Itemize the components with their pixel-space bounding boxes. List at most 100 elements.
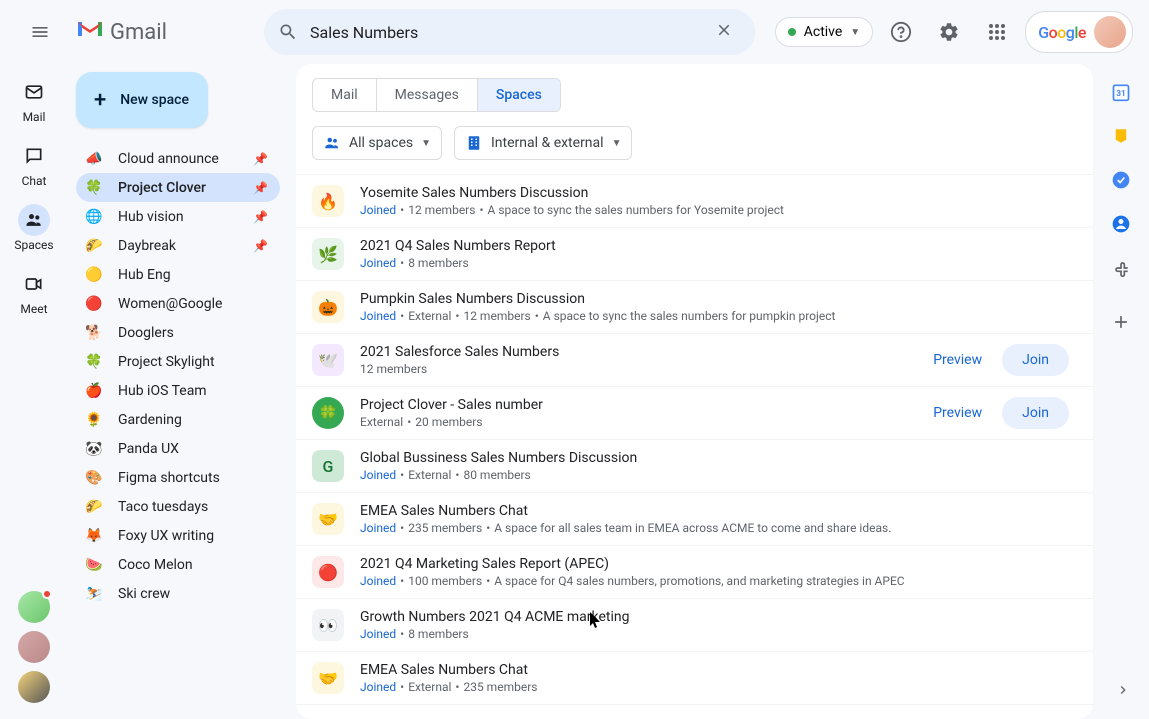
space-avatar-icon: 🤝 — [312, 662, 344, 694]
space-result-row[interactable]: G Global Bussiness Sales Numbers Discuss… — [296, 440, 1093, 493]
sidebar-space-item[interactable]: 🍀 Project Clover 📌 — [76, 173, 280, 202]
calendar-button[interactable]: 31 — [1111, 82, 1131, 102]
rail-chat[interactable]: Chat — [8, 136, 60, 192]
clear-search-button[interactable] — [707, 13, 741, 52]
account-button[interactable]: Google — [1025, 11, 1133, 53]
contacts-button[interactable] — [1111, 214, 1131, 234]
status-chip[interactable]: Active ▼ — [775, 17, 873, 47]
sidebar-space-item[interactable]: 🔴 Women@Google — [76, 289, 280, 318]
sidebar-space-item[interactable]: 🍀 Project Skylight — [76, 347, 280, 376]
sidebar-space-item[interactable]: 🎨 Figma shortcuts — [76, 463, 280, 492]
preview-button[interactable]: Preview — [933, 405, 982, 421]
result-subtitle: External•20 members — [360, 415, 933, 429]
result-text: EMEA Sales Numbers Chat Joined•External•… — [360, 662, 1069, 694]
space-result-row[interactable]: 🤝 EMEA Sales Numbers Chat Joined•Externa… — [296, 652, 1093, 705]
hamburger-icon — [30, 22, 50, 42]
space-emoji-icon: 🦊 — [82, 528, 106, 544]
tab-messages[interactable]: Messages — [377, 79, 478, 111]
new-space-button[interactable]: + New space — [76, 72, 208, 128]
tab-spaces[interactable]: Spaces — [478, 79, 560, 111]
result-subtitle: Joined•235 members•A space for all sales… — [360, 521, 1069, 535]
filter-all-spaces[interactable]: All spaces ▼ — [312, 126, 442, 160]
space-result-row[interactable]: 👀 Growth Numbers 2021 Q4 ACME marketing … — [296, 599, 1093, 652]
sidebar: + New space 📣 Cloud announce 📌🍀 Project … — [68, 64, 288, 719]
result-text: 2021 Q4 Marketing Sales Report (APEC) Jo… — [360, 556, 1069, 588]
sidebar-space-item[interactable]: 📣 Cloud announce 📌 — [76, 144, 280, 173]
chevron-right-icon — [1115, 682, 1131, 698]
chat-avatar-1[interactable] — [18, 591, 50, 623]
space-result-row[interactable]: 🔥 Yosemite Sales Numbers Discussion Join… — [296, 174, 1093, 228]
support-button[interactable] — [881, 12, 921, 52]
join-button[interactable]: Join — [1002, 344, 1069, 376]
sidebar-space-item[interactable]: ⛷️ Ski crew — [76, 579, 280, 608]
search-bar[interactable] — [264, 9, 755, 55]
filter-access[interactable]: Internal & external ▼ — [454, 126, 632, 160]
collapse-panel-button[interactable] — [1115, 679, 1131, 703]
space-avatar-icon: G — [312, 450, 344, 482]
main-menu-button[interactable] — [16, 8, 64, 56]
sidebar-space-item[interactable]: 🌻 Gardening — [76, 405, 280, 434]
calendar-icon: 31 — [1111, 82, 1131, 102]
contacts-icon — [1111, 214, 1131, 234]
tasks-button[interactable] — [1111, 170, 1131, 190]
plus-icon — [1111, 312, 1131, 332]
keep-button[interactable] — [1111, 126, 1131, 146]
space-result-row[interactable]: 🔴 2021 Q4 Marketing Sales Report (APEC) … — [296, 546, 1093, 599]
space-emoji-icon: 🔴 — [82, 296, 106, 312]
new-space-label: New space — [120, 92, 189, 108]
space-result-row[interactable]: 🌿 2021 Q4 Sales Numbers Report Joined•8 … — [296, 228, 1093, 281]
space-name-label: Daybreak — [118, 238, 253, 254]
settings-button[interactable] — [929, 12, 969, 52]
join-button[interactable]: Join — [1002, 397, 1069, 429]
result-title: Growth Numbers 2021 Q4 ACME marketing — [360, 609, 1069, 625]
sidebar-space-item[interactable]: 🌮 Taco tuesdays — [76, 492, 280, 521]
space-emoji-icon: 🍀 — [82, 354, 106, 370]
space-avatar-icon: 🔴 — [312, 556, 344, 588]
space-result-row[interactable]: 🤝 EMEA Sales Numbers Chat Joined•235 mem… — [296, 493, 1093, 546]
space-emoji-icon: 🌻 — [82, 412, 106, 428]
row-actions: Preview Join — [933, 344, 1069, 376]
space-result-row[interactable]: 🕊️ 2021 Salesforce Sales Numbers 12 memb… — [296, 334, 1093, 387]
preview-button[interactable]: Preview — [933, 352, 982, 368]
rail-mail[interactable]: Mail — [8, 72, 60, 128]
add-sidepanel-button[interactable] — [1111, 312, 1131, 332]
sidebar-space-item[interactable]: 🦊 Foxy UX writing — [76, 521, 280, 550]
rail-meet[interactable]: Meet — [8, 264, 60, 320]
space-avatar-icon: 🌿 — [312, 238, 344, 270]
result-subtitle: 12 members — [360, 362, 933, 376]
result-text: Yosemite Sales Numbers Discussion Joined… — [360, 185, 1069, 217]
search-input[interactable] — [298, 23, 707, 42]
sidebar-space-item[interactable]: 🍎 Hub iOS Team — [76, 376, 280, 405]
space-avatar-icon: 🤝 — [312, 503, 344, 535]
tab-mail[interactable]: Mail — [313, 79, 377, 111]
sidebar-space-item[interactable]: 🍉 Coco Melon — [76, 550, 280, 579]
sidebar-space-item[interactable]: 🟡 Hub Eng — [76, 260, 280, 289]
space-name-label: Taco tuesdays — [118, 499, 268, 515]
spaces-icon — [24, 210, 44, 230]
addons-button[interactable] — [1111, 258, 1131, 278]
chat-avatar-3[interactable] — [18, 671, 50, 703]
space-emoji-icon: ⛷️ — [82, 586, 106, 602]
results-list[interactable]: 🔥 Yosemite Sales Numbers Discussion Join… — [296, 174, 1093, 719]
result-text: Pumpkin Sales Numbers Discussion Joined•… — [360, 291, 1069, 323]
result-title: Global Bussiness Sales Numbers Discussio… — [360, 450, 1069, 466]
space-emoji-icon: 🐕 — [82, 325, 106, 341]
result-text: Global Bussiness Sales Numbers Discussio… — [360, 450, 1069, 482]
space-result-row[interactable]: 🎃 Pumpkin Sales Numbers Discussion Joine… — [296, 281, 1093, 334]
tab-row: MailMessagesSpaces — [296, 64, 1093, 112]
sidebar-space-item[interactable]: 🌮 Daybreak 📌 — [76, 231, 280, 260]
space-result-row[interactable]: 🍀 Project Clover - Sales number External… — [296, 387, 1093, 440]
chat-avatar-2[interactable] — [18, 631, 50, 663]
app-name: Gmail — [110, 20, 167, 45]
app-logo[interactable]: Gmail — [76, 18, 256, 46]
space-emoji-icon: 🟡 — [82, 267, 106, 283]
sidebar-space-item[interactable]: 🐼 Panda UX — [76, 434, 280, 463]
space-name-label: Hub iOS Team — [118, 383, 268, 399]
apps-button[interactable] — [977, 12, 1017, 52]
space-emoji-icon: 🎨 — [82, 470, 106, 486]
sidebar-space-item[interactable]: 🌐 Hub vision 📌 — [76, 202, 280, 231]
sidebar-space-item[interactable]: 🐕 Dooglers — [76, 318, 280, 347]
space-avatar-icon: 👀 — [312, 609, 344, 641]
rail-spaces[interactable]: Spaces — [8, 200, 60, 256]
chevron-down-icon: ▼ — [421, 138, 431, 149]
